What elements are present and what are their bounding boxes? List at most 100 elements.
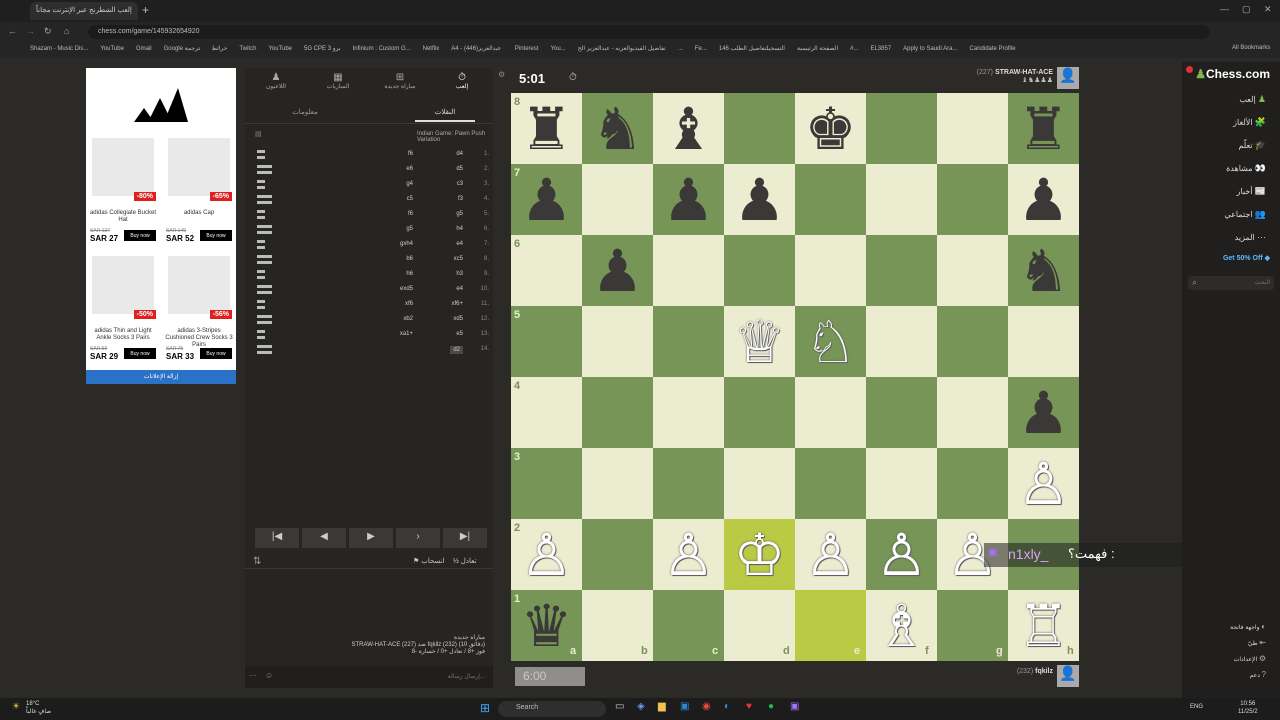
square-c5[interactable] (653, 306, 724, 377)
square-f3[interactable] (866, 448, 937, 519)
black-bishop-icon[interactable]: ♝ (653, 93, 724, 164)
bookmark-item[interactable]: Candidate Profile (970, 46, 1016, 52)
square-c3[interactable] (653, 448, 724, 519)
spotify-icon[interactable]: ● (768, 701, 774, 712)
white-move[interactable]: g5 (456, 211, 463, 217)
black-pawn-icon[interactable]: ♟ (1008, 164, 1079, 235)
square-a3[interactable] (511, 448, 582, 519)
sidebar-search-input[interactable] (1204, 277, 1270, 289)
chrome-icon[interactable]: ◉ (702, 701, 711, 712)
black-move[interactable]: f6 (408, 211, 413, 217)
white-bishop-icon[interactable]: ♗ (866, 590, 937, 661)
white-move[interactable]: xd5 (453, 316, 463, 322)
bookmark-item[interactable]: (446) Pinterest (464, 46, 539, 52)
black-pawn-icon[interactable]: ♟ (724, 164, 795, 235)
black-move[interactable]: xa1+ (400, 331, 413, 337)
sidebar-nav-item[interactable]: المزيد ··· (1235, 232, 1266, 242)
square-d6[interactable] (724, 235, 795, 306)
remove-ads-link[interactable]: إزالة الإعلانات (86, 370, 236, 384)
white-move[interactable]: h4 (456, 226, 463, 232)
new-tab-button[interactable]: + (142, 3, 149, 17)
sidebar-nav-item[interactable]: أخبار 📰 (1237, 186, 1266, 197)
copilot-icon[interactable]: ◈ (637, 701, 645, 712)
black-move[interactable]: xb2 (403, 316, 413, 322)
taskbar-search[interactable]: Search (498, 701, 606, 717)
store-icon[interactable]: ▣ (680, 701, 689, 712)
square-a6[interactable] (511, 235, 582, 306)
language-indicator[interactable]: ENG (1190, 704, 1203, 710)
chess-board[interactable]: 8 7 6 5 4 3 2 1 a b c d e f g h ♜ ♞ ♝ ♚ ♜ ♟ ♟ ♟ ♟ ♟ ♞ ♕ ♘ ♟ ♙ ♙ ♙ ♔ ♙ ♙ ♙ ♛ ♗ ♖ (511, 93, 1079, 661)
black-move[interactable]: exd5 (400, 286, 413, 292)
white-pawn-icon[interactable]: ♙ (653, 519, 724, 590)
square-a4[interactable] (511, 377, 582, 448)
tab-moves[interactable]: النقلات (415, 108, 475, 122)
square-f8[interactable] (866, 93, 937, 164)
reload-icon[interactable]: ↻ (44, 26, 52, 37)
forward-icon[interactable]: → (26, 26, 35, 36)
bookmark-item[interactable]: 5G CPE 3 برو (304, 46, 341, 52)
square-d8[interactable] (724, 93, 795, 164)
square-d4[interactable] (724, 377, 795, 448)
buy-now-button[interactable]: Buy now (200, 348, 232, 359)
square-f6[interactable] (866, 235, 937, 306)
chat-input[interactable] (285, 669, 485, 685)
ad-product[interactable]: -56% adidas 3-Stripes Cushioned Crew Soc… (164, 254, 234, 366)
white-pawn-icon[interactable]: ♙ (866, 519, 937, 590)
bookmark-item[interactable]: Netflix (423, 46, 440, 52)
black-move[interactable]: f6 (408, 151, 413, 157)
white-move[interactable]: e4 (456, 286, 463, 292)
square-g7[interactable] (937, 164, 1008, 235)
promo-link[interactable]: Get 50% Off ◆ (1223, 254, 1270, 262)
all-bookmarks[interactable]: All Bookmarks (1232, 45, 1270, 51)
sidebar-nav-item[interactable]: اجتماعي 👥 (1224, 209, 1266, 220)
square-e6[interactable] (795, 235, 866, 306)
tab-play[interactable]: ⏱ إلعب (431, 72, 493, 90)
black-move[interactable]: g5 (406, 226, 413, 232)
black-pawn-icon[interactable]: ♟ (653, 164, 724, 235)
black-rook-icon[interactable]: ♜ (1008, 93, 1079, 164)
home-icon[interactable]: ⌂ (64, 26, 69, 36)
black-queen-icon[interactable]: ♛ (511, 590, 582, 661)
square-a5[interactable] (511, 306, 582, 377)
white-pawn-icon[interactable]: ♙ (1008, 448, 1079, 519)
black-pawn-icon[interactable]: ♟ (1008, 377, 1079, 448)
browser-tab[interactable]: إلعب الشطرنج عبر الإنترنت مجاناً (30, 2, 138, 20)
square-c4[interactable] (653, 377, 724, 448)
white-move[interactable]: e5 (456, 331, 463, 337)
square-f5[interactable] (866, 306, 937, 377)
prev-move-button[interactable]: ◀ (302, 528, 346, 548)
bookmark-item[interactable]: Apply to Saudi Ara... (903, 46, 957, 52)
white-move[interactable]: xc5 (454, 256, 463, 262)
bottom-player-name[interactable]: fqkilz (1035, 668, 1053, 675)
edge-icon[interactable]: ◐ (724, 701, 730, 712)
next-move-button[interactable]: › (396, 528, 440, 548)
bookmark-item[interactable]: Fe... (695, 46, 707, 52)
bookmark-item[interactable]: YouTube (268, 46, 292, 52)
ad-product[interactable]: -80% adidas Collegiate Bucket Hat SAR 13… (88, 136, 158, 248)
bookmark-item[interactable]: الصفحة الرئيسية (797, 46, 838, 52)
clock-widget[interactable]: 10:56 11/25/2 (1238, 700, 1258, 716)
square-g6[interactable] (937, 235, 1008, 306)
twitch-taskbar-icon[interactable]: ▣ (790, 701, 799, 712)
square-f7[interactable] (866, 164, 937, 235)
white-move[interactable]: d5 (456, 166, 463, 172)
square-g4[interactable] (937, 377, 1008, 448)
settings-gear-icon[interactable]: ⚙ (498, 70, 505, 79)
black-knight-icon[interactable]: ♞ (582, 93, 653, 164)
square-e3[interactable] (795, 448, 866, 519)
black-pawn-icon[interactable]: ♟ (511, 164, 582, 235)
white-rook-icon[interactable]: ♖ (1008, 590, 1079, 661)
white-pawn-icon[interactable]: ♙ (511, 519, 582, 590)
square-e7[interactable] (795, 164, 866, 235)
white-queen-icon[interactable]: ♕ (724, 306, 795, 377)
sidebar-nav-item[interactable]: تعلّم 🎓 (1238, 140, 1266, 151)
white-move[interactable]: c3 (457, 181, 463, 187)
first-move-button[interactable]: |◀ (255, 528, 299, 548)
sidebar-search[interactable]: ⌕ (1188, 276, 1274, 290)
bookmark-item[interactable]: Infinium : Custom G... (353, 46, 411, 52)
black-move[interactable]: e6 (406, 166, 413, 172)
ad-product[interactable]: -65% adidas Cap SAR 149 SAR 52 Buy now (164, 136, 234, 248)
emoji-icon[interactable]: ☺ (265, 671, 273, 680)
square-g3[interactable] (937, 448, 1008, 519)
play-button[interactable]: ▶ (349, 528, 393, 548)
